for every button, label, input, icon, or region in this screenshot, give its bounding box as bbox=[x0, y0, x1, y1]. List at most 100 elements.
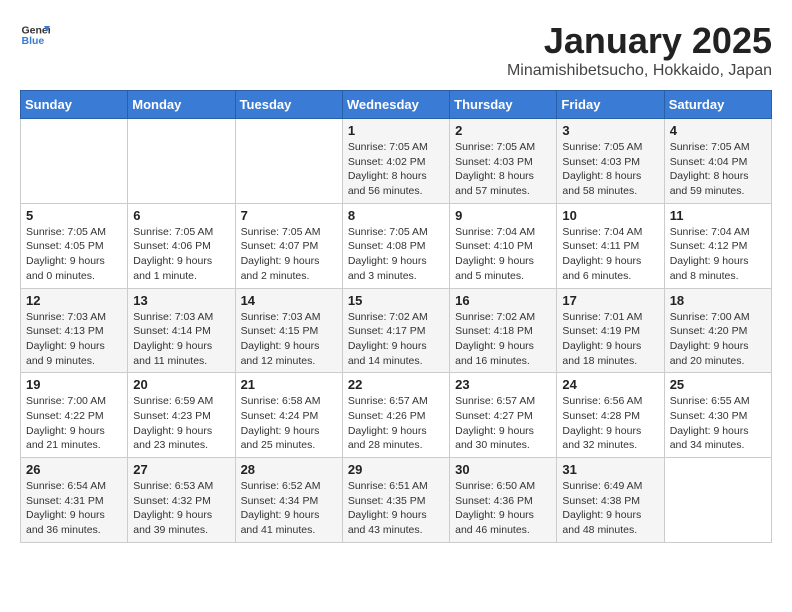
weekday-header-tuesday: Tuesday bbox=[235, 91, 342, 119]
day-info: Sunrise: 7:04 AMSunset: 4:11 PMDaylight:… bbox=[562, 225, 658, 284]
week-row-3: 12 Sunrise: 7:03 AMSunset: 4:13 PMDayligh… bbox=[21, 288, 772, 373]
day-cell bbox=[235, 119, 342, 204]
day-info: Sunrise: 6:58 AMSunset: 4:24 PMDaylight:… bbox=[241, 394, 337, 453]
day-number: 15 bbox=[348, 293, 444, 308]
day-cell: 3Sunrise: 7:05 AMSunset: 4:03 PMDaylight… bbox=[557, 119, 664, 204]
weekday-header-thursday: Thursday bbox=[450, 91, 557, 119]
week-row-5: 26 Sunrise: 6:54 AMSunset: 4:31 PMDayligh… bbox=[21, 458, 772, 543]
day-number: 5 bbox=[26, 208, 122, 223]
day-number: 1 bbox=[348, 123, 444, 138]
day-number: 7 bbox=[241, 208, 337, 223]
day-info: Sunrise: 6:54 AMSunset: 4:31 PMDaylight:… bbox=[26, 479, 122, 538]
day-cell: 30 Sunrise: 6:50 AMSunset: 4:36 PMDayligh… bbox=[450, 458, 557, 543]
day-cell: 12 Sunrise: 7:03 AMSunset: 4:13 PMDayligh… bbox=[21, 288, 128, 373]
day-number: 6 bbox=[133, 208, 229, 223]
day-cell: 9 Sunrise: 7:04 AMSunset: 4:10 PMDaylight… bbox=[450, 203, 557, 288]
weekday-header-friday: Friday bbox=[557, 91, 664, 119]
day-info: Sunrise: 7:05 AMSunset: 4:06 PMDaylight:… bbox=[133, 225, 229, 284]
day-info: Sunrise: 7:04 AMSunset: 4:10 PMDaylight:… bbox=[455, 225, 551, 284]
day-number: 28 bbox=[241, 462, 337, 477]
day-number: 3 bbox=[562, 123, 658, 138]
day-info: Sunrise: 7:05 AMSunset: 4:03 PMDaylight:… bbox=[455, 140, 551, 199]
logo-icon: General Blue bbox=[20, 20, 50, 50]
day-info: Sunrise: 6:56 AMSunset: 4:28 PMDaylight:… bbox=[562, 394, 658, 453]
day-number: 31 bbox=[562, 462, 658, 477]
svg-text:Blue: Blue bbox=[22, 35, 45, 47]
day-number: 12 bbox=[26, 293, 122, 308]
day-number: 20 bbox=[133, 377, 229, 392]
day-cell: 15 Sunrise: 7:02 AMSunset: 4:17 PMDayligh… bbox=[342, 288, 449, 373]
day-info: Sunrise: 7:00 AMSunset: 4:20 PMDaylight:… bbox=[670, 310, 766, 369]
day-info: Sunrise: 7:00 AMSunset: 4:22 PMDaylight:… bbox=[26, 394, 122, 453]
day-cell: 16 Sunrise: 7:02 AMSunset: 4:18 PMDayligh… bbox=[450, 288, 557, 373]
day-cell: 1 Sunrise: 7:05 AMSunset: 4:02 PMDaylight… bbox=[342, 119, 449, 204]
day-cell: 28Sunrise: 6:52 AMSunset: 4:34 PMDayligh… bbox=[235, 458, 342, 543]
day-number: 13 bbox=[133, 293, 229, 308]
day-cell: 5 Sunrise: 7:05 AMSunset: 4:05 PMDaylight… bbox=[21, 203, 128, 288]
day-cell: 18Sunrise: 7:00 AMSunset: 4:20 PMDayligh… bbox=[664, 288, 771, 373]
day-cell: 25Sunrise: 6:55 AMSunset: 4:30 PMDayligh… bbox=[664, 373, 771, 458]
day-number: 4 bbox=[670, 123, 766, 138]
day-info: Sunrise: 6:50 AMSunset: 4:36 PMDaylight:… bbox=[455, 479, 551, 538]
day-info: Sunrise: 7:02 AMSunset: 4:17 PMDaylight:… bbox=[348, 310, 444, 369]
day-cell: 19 Sunrise: 7:00 AMSunset: 4:22 PMDayligh… bbox=[21, 373, 128, 458]
week-row-4: 19 Sunrise: 7:00 AMSunset: 4:22 PMDayligh… bbox=[21, 373, 772, 458]
day-cell: 27 Sunrise: 6:53 AMSunset: 4:32 PMDayligh… bbox=[128, 458, 235, 543]
day-info: Sunrise: 6:49 AMSunset: 4:38 PMDaylight:… bbox=[562, 479, 658, 538]
week-row-2: 5 Sunrise: 7:05 AMSunset: 4:05 PMDaylight… bbox=[21, 203, 772, 288]
day-cell: 26 Sunrise: 6:54 AMSunset: 4:31 PMDayligh… bbox=[21, 458, 128, 543]
day-cell: 11 Sunrise: 7:04 AMSunset: 4:12 PMDayligh… bbox=[664, 203, 771, 288]
calendar-table: SundayMondayTuesdayWednesdayThursdayFrid… bbox=[20, 90, 772, 543]
day-cell: 10 Sunrise: 7:04 AMSunset: 4:11 PMDayligh… bbox=[557, 203, 664, 288]
day-number: 10 bbox=[562, 208, 658, 223]
day-number: 24 bbox=[562, 377, 658, 392]
weekday-header-row: SundayMondayTuesdayWednesdayThursdayFrid… bbox=[21, 91, 772, 119]
day-info: Sunrise: 7:03 AMSunset: 4:13 PMDaylight:… bbox=[26, 310, 122, 369]
week-row-1: 1 Sunrise: 7:05 AMSunset: 4:02 PMDaylight… bbox=[21, 119, 772, 204]
day-cell: 4Sunrise: 7:05 AMSunset: 4:04 PMDaylight… bbox=[664, 119, 771, 204]
day-cell: 21Sunrise: 6:58 AMSunset: 4:24 PMDayligh… bbox=[235, 373, 342, 458]
day-info: Sunrise: 7:05 AMSunset: 4:07 PMDaylight:… bbox=[241, 225, 337, 284]
day-cell: 14 Sunrise: 7:03 AMSunset: 4:15 PMDayligh… bbox=[235, 288, 342, 373]
day-info: Sunrise: 6:57 AMSunset: 4:27 PMDaylight:… bbox=[455, 394, 551, 453]
day-info: Sunrise: 7:03 AMSunset: 4:15 PMDaylight:… bbox=[241, 310, 337, 369]
day-cell: 6 Sunrise: 7:05 AMSunset: 4:06 PMDaylight… bbox=[128, 203, 235, 288]
day-number: 23 bbox=[455, 377, 551, 392]
day-info: Sunrise: 6:51 AMSunset: 4:35 PMDaylight:… bbox=[348, 479, 444, 538]
day-info: Sunrise: 7:05 AMSunset: 4:02 PMDaylight:… bbox=[348, 140, 444, 199]
day-cell: 31 Sunrise: 6:49 AMSunset: 4:38 PMDayligh… bbox=[557, 458, 664, 543]
day-number: 30 bbox=[455, 462, 551, 477]
weekday-header-monday: Monday bbox=[128, 91, 235, 119]
day-number: 8 bbox=[348, 208, 444, 223]
day-info: Sunrise: 6:53 AMSunset: 4:32 PMDaylight:… bbox=[133, 479, 229, 538]
weekday-header-sunday: Sunday bbox=[21, 91, 128, 119]
day-cell bbox=[21, 119, 128, 204]
day-number: 16 bbox=[455, 293, 551, 308]
day-info: Sunrise: 6:57 AMSunset: 4:26 PMDaylight:… bbox=[348, 394, 444, 453]
weekday-header-saturday: Saturday bbox=[664, 91, 771, 119]
day-number: 25 bbox=[670, 377, 766, 392]
day-number: 26 bbox=[26, 462, 122, 477]
day-info: Sunrise: 7:03 AMSunset: 4:14 PMDaylight:… bbox=[133, 310, 229, 369]
day-number: 9 bbox=[455, 208, 551, 223]
logo: General Blue bbox=[20, 20, 50, 50]
day-number: 14 bbox=[241, 293, 337, 308]
day-number: 11 bbox=[670, 208, 766, 223]
day-info: Sunrise: 6:59 AMSunset: 4:23 PMDaylight:… bbox=[133, 394, 229, 453]
day-number: 27 bbox=[133, 462, 229, 477]
header: General Blue January 2025 Minamishibetsu… bbox=[20, 20, 772, 80]
day-cell bbox=[664, 458, 771, 543]
title-section: January 2025 Minamishibetsucho, Hokkaido… bbox=[507, 20, 772, 80]
day-number: 19 bbox=[26, 377, 122, 392]
day-cell: 8Sunrise: 7:05 AMSunset: 4:08 PMDaylight… bbox=[342, 203, 449, 288]
day-info: Sunrise: 7:05 AMSunset: 4:05 PMDaylight:… bbox=[26, 225, 122, 284]
day-cell: 7 Sunrise: 7:05 AMSunset: 4:07 PMDaylight… bbox=[235, 203, 342, 288]
day-number: 29 bbox=[348, 462, 444, 477]
day-info: Sunrise: 7:04 AMSunset: 4:12 PMDaylight:… bbox=[670, 225, 766, 284]
day-info: Sunrise: 7:02 AMSunset: 4:18 PMDaylight:… bbox=[455, 310, 551, 369]
day-cell: 2Sunrise: 7:05 AMSunset: 4:03 PMDaylight… bbox=[450, 119, 557, 204]
calendar-subtitle: Minamishibetsucho, Hokkaido, Japan bbox=[507, 62, 772, 80]
day-number: 17 bbox=[562, 293, 658, 308]
day-cell: 13 Sunrise: 7:03 AMSunset: 4:14 PMDayligh… bbox=[128, 288, 235, 373]
day-cell: 23 Sunrise: 6:57 AMSunset: 4:27 PMDayligh… bbox=[450, 373, 557, 458]
